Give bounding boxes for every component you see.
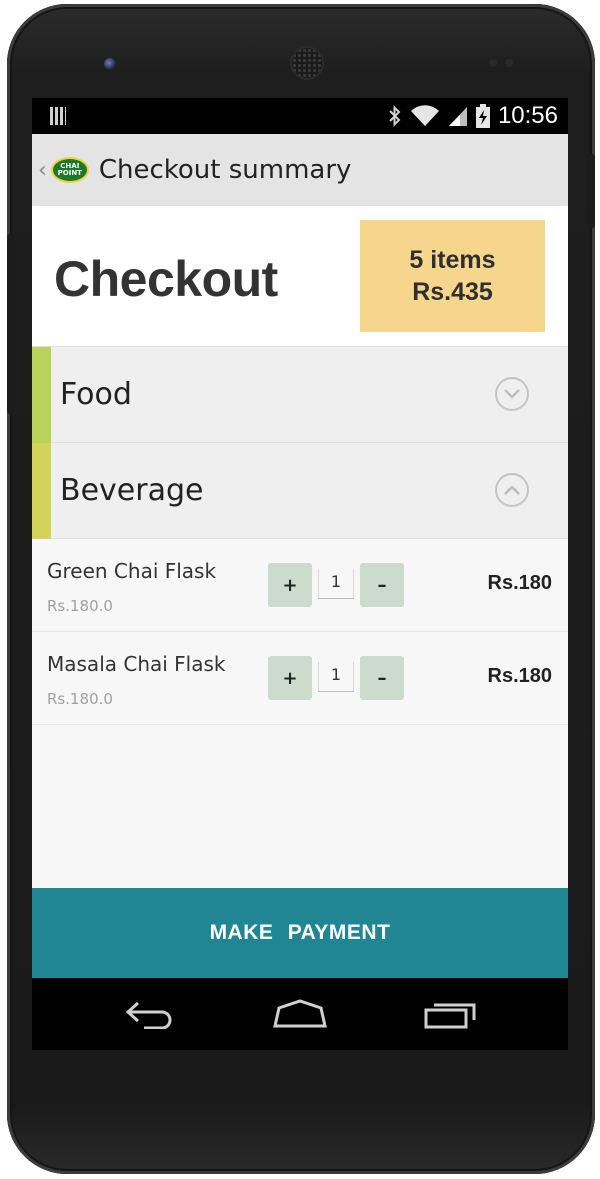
home-icon[interactable] xyxy=(270,996,330,1032)
category-label: Food xyxy=(60,377,132,412)
item-name: Masala Chai Flask xyxy=(47,652,226,676)
back-icon[interactable] xyxy=(120,996,180,1032)
decrease-quantity-button[interactable]: – xyxy=(360,563,404,607)
system-navigation-bar xyxy=(32,978,568,1050)
cart-summary-box: 5 items Rs.435 xyxy=(360,220,545,332)
notification-icon xyxy=(50,107,66,125)
power-button xyxy=(587,154,595,228)
decrease-quantity-button[interactable]: – xyxy=(360,656,404,700)
make-payment-button[interactable]: MAKE PAYMENT xyxy=(32,888,568,978)
up-navigation-icon[interactable]: ‹ xyxy=(38,158,47,183)
item-unit-price: Rs.180.0 xyxy=(47,597,113,615)
chai-point-logo-icon[interactable]: CHAI POINT xyxy=(50,157,89,183)
chevron-down-icon[interactable] xyxy=(495,377,529,411)
increase-quantity-button[interactable]: + xyxy=(268,656,312,700)
cart-item-count: 5 items xyxy=(409,246,496,274)
wifi-icon xyxy=(410,105,439,126)
item-total: Rs.180 xyxy=(487,572,553,594)
battery-charging-icon xyxy=(475,104,490,128)
category-food[interactable]: Food xyxy=(32,347,568,443)
category-label: Beverage xyxy=(60,473,204,508)
category-color-bar xyxy=(32,443,51,539)
bluetooth-icon xyxy=(389,105,401,127)
category-beverage[interactable]: Beverage xyxy=(32,443,568,539)
status-bar: 10:56 xyxy=(32,98,568,134)
item-name: Green Chai Flask xyxy=(47,559,217,583)
status-time: 10:56 xyxy=(497,102,558,129)
screen: 10:56 ‹ CHAI POINT Checkout summary Check… xyxy=(32,98,568,1050)
earpiece-speaker xyxy=(292,48,322,78)
quantity-value[interactable]: 1 xyxy=(318,662,354,692)
quantity-value[interactable]: 1 xyxy=(318,569,354,599)
item-total: Rs.180 xyxy=(487,665,553,687)
cart-total: Rs.435 xyxy=(412,278,493,306)
checkout-title: Checkout xyxy=(54,251,278,307)
volume-button xyxy=(7,234,15,414)
chevron-up-icon[interactable] xyxy=(495,473,529,507)
category-color-bar xyxy=(32,347,51,443)
front-camera xyxy=(104,58,116,70)
app-bar-title: Checkout summary xyxy=(98,155,352,185)
item-unit-price: Rs.180.0 xyxy=(47,690,113,708)
cart-item-row: Green Chai Flask Rs.180.0 + 1 – Rs.180 xyxy=(32,539,568,632)
app-bar: ‹ CHAI POINT Checkout summary xyxy=(32,134,568,206)
cart-item-row: Masala Chai Flask Rs.180.0 + 1 – Rs.180 xyxy=(32,632,568,725)
recents-icon[interactable] xyxy=(420,996,480,1032)
signal-icon xyxy=(448,107,467,126)
increase-quantity-button[interactable]: + xyxy=(268,563,312,607)
proximity-sensors xyxy=(489,59,519,67)
checkout-header: Checkout 5 items Rs.435 xyxy=(32,206,568,346)
